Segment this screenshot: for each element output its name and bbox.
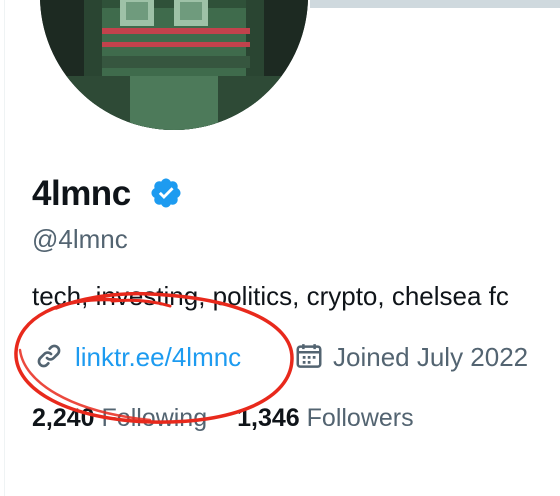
avatar[interactable]: [40, 0, 308, 130]
calendar-icon: [296, 344, 322, 368]
page-border: [4, 0, 5, 496]
following-label: Following: [101, 404, 208, 432]
followers-stat[interactable]: 1,346 Followers: [237, 400, 414, 436]
display-name: 4lmnc: [32, 174, 131, 213]
following-stat[interactable]: 2,240 Following: [32, 400, 207, 436]
profile-website-link[interactable]: linktr.ee/4lmnc: [75, 339, 241, 375]
follow-stats: 2,240 Following 1,346 Followers: [32, 400, 414, 436]
following-count: 2,240: [32, 404, 95, 432]
link-icon: [37, 344, 61, 368]
followers-count: 1,346: [237, 404, 300, 432]
followers-label: Followers: [306, 404, 414, 432]
profile-handle: @4lmnc: [32, 224, 128, 254]
profile-banner: [310, 0, 560, 8]
avatar-image: [40, 0, 308, 130]
profile-bio: tech, investing, politics, crypto, chels…: [32, 281, 509, 311]
verified-badge-icon[interactable]: [149, 176, 183, 210]
joined-date: Joined July 2022: [333, 342, 529, 372]
